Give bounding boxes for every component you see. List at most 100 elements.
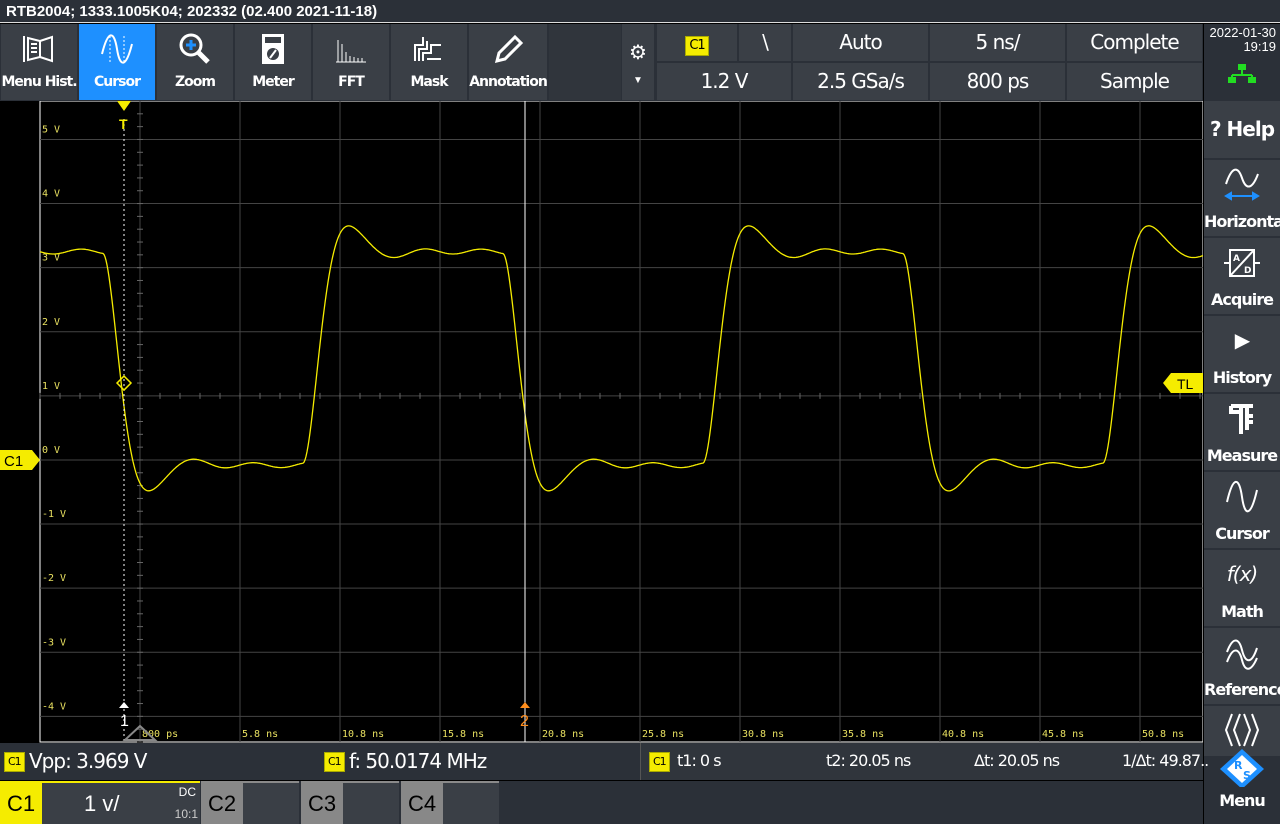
cursor-delta-t: Δt: 20.05 ns [974,751,1060,770]
y-tick-label: -3 V [42,637,66,648]
acquire-button[interactable]: A D Acquire [1204,238,1280,314]
trigger-slope[interactable]: \ [739,24,791,61]
vpp-measurement[interactable]: Vpp: 3.969 V [29,749,147,773]
sample-rate[interactable]: 2.5 GSa/s [793,63,928,100]
y-tick-label: -4 V [42,701,66,712]
meter-button[interactable]: Meter [235,24,311,100]
fft-button[interactable]: FFT [313,24,389,100]
menu-history-icon [1,24,77,74]
gear-icon: ⚙ [629,42,647,64]
c1-probe: 10:1 [174,807,198,821]
cursor-icon [1204,472,1280,524]
trigger-level-label: TL [1177,376,1194,392]
acquisition-state[interactable]: Complete [1067,24,1202,61]
horizontal-button[interactable]: Horizontal [1204,160,1280,236]
cursor-2-label: 2 [520,713,529,730]
svg-text:D: D [1244,266,1251,276]
cursor-1-label: 1 [120,713,129,730]
cursor-button[interactable]: Cursor [79,24,155,100]
fft-icon [313,24,389,74]
measurement-bar: C1 Vpp: 3.969 V C1 f: 50.0174 MHz C1 t1:… [0,743,1209,780]
date-time: 2022-01-30 19:19 [1204,24,1280,101]
timebase[interactable]: 5 ns/ [930,24,1065,61]
channel-c1-tab[interactable]: C1 1 v/ DC 10:1 [0,781,200,824]
play-icon: ▶ [1234,328,1250,352]
channel-c3-tab[interactable]: C3 [301,781,399,824]
empty-tool-slot [549,24,621,100]
c1-scale: 1 v/ [84,791,120,816]
math-button[interactable]: f(x) Math [1204,550,1280,626]
y-tick-label: -1 V [42,509,66,520]
meter-icon [235,24,311,74]
svg-text:A: A [1233,254,1240,264]
plot-area [39,101,1203,743]
svg-text:S: S [1243,769,1251,782]
measure-button[interactable]: Measure [1204,394,1280,470]
cursor-menu-button[interactable]: Cursor [1204,472,1280,548]
y-tick-label: 0 V [42,445,60,456]
x-tick-label: 35.8 ns [842,729,884,740]
settings-button[interactable]: ⚙ ▼ [622,24,654,100]
channel-badge: C1 [649,752,670,772]
channel-badge: C1 [4,752,25,772]
waveform-display[interactable]: 5 V4 V3 V2 V1 V0 V-1 V-2 V-3 V-4 V800 ps… [0,101,1203,743]
zoom-button[interactable]: Zoom [157,24,233,100]
horizontal-icon [1204,160,1280,212]
x-tick-label: 50.8 ns [1142,729,1184,740]
trigger-source[interactable]: C1 [657,24,737,61]
x-tick-label: 30.8 ns [742,729,784,740]
help-icon: ? [1209,117,1222,141]
y-tick-label: 1 V [42,381,60,392]
y-tick-label: -2 V [42,573,66,584]
rs-logo-icon: RS [1204,749,1280,791]
rs-menu-button[interactable]: R S Menu [1204,749,1280,824]
y-tick-label: 5 V [42,124,60,135]
trigger-marker-label: T [119,116,128,132]
channel-c1-marker-label: C1 [4,453,23,470]
caliper-icon [1204,394,1280,446]
toolbar: Menu Hist. Cursor Zoom Meter FFT Mask An… [0,24,1203,101]
cursor-inverse-delta-t: 1/Δt: 49.87.. [1122,751,1209,770]
mask-icon [391,24,467,74]
help-button[interactable]: ? Help [1204,101,1280,158]
trigger-level[interactable]: 1.2 V [657,63,791,100]
acquisition-mode[interactable]: Sample [1067,63,1202,100]
trigger-mode[interactable]: Auto [793,24,928,61]
horizontal-position[interactable]: 800 ps [930,63,1065,100]
mask-button[interactable]: Mask [391,24,467,100]
x-tick-label: 25.8 ns [642,729,684,740]
title-bar: RTB2004; 1333.1005K04; 202332 (02.400 20… [0,0,1280,23]
chevron-down-icon: ▼ [633,75,643,86]
function-icon: f(x) [1226,562,1258,586]
cursor-t2: t2: 20.05 ns [826,751,911,770]
cursor-t1: t1: 0 s [677,751,722,770]
channel-bar: C1 1 v/ DC 10:1 C2 C3 C4 [0,781,1203,824]
x-tick-label: 15.8 ns [442,729,484,740]
x-tick-label: 45.8 ns [1042,729,1084,740]
y-tick-label: 4 V [42,189,60,200]
network-icon [1208,64,1276,87]
cursor-icon [79,24,155,74]
zoom-icon [157,24,233,74]
annotation-button[interactable]: Annotation [469,24,548,100]
channel-c4-tab[interactable]: C4 [401,781,499,824]
x-tick-label: 40.8 ns [942,729,984,740]
x-tick-label: 800 ps [142,729,178,740]
references-icon [1204,628,1280,680]
x-tick-label: 20.8 ns [542,729,584,740]
cursor-results[interactable]: C1 t1: 0 s t2: 20.05 ns Δt: 20.05 ns 1/Δ… [640,743,1209,780]
frequency-measurement[interactable]: f: 50.0174 MHz [349,749,487,773]
x-tick-label: 5.8 ns [242,729,278,740]
channel-c2-tab[interactable]: C2 [201,781,299,824]
pencil-icon [469,24,547,74]
references-button[interactable]: References [1204,628,1280,704]
x-tick-label: 10.8 ns [342,729,384,740]
y-tick-label: 2 V [42,317,60,328]
expand-icon [1204,706,1280,752]
channel-badge: C1 [324,752,345,772]
menu-history-button[interactable]: Menu Hist. [1,24,78,100]
side-menu: ? Help Horizontal A D Acquire ▶ History Mea… [1204,101,1280,824]
history-button[interactable]: ▶ History [1204,316,1280,392]
ad-converter-icon: AD [1204,238,1280,290]
c1-coupling: DC [178,785,196,799]
